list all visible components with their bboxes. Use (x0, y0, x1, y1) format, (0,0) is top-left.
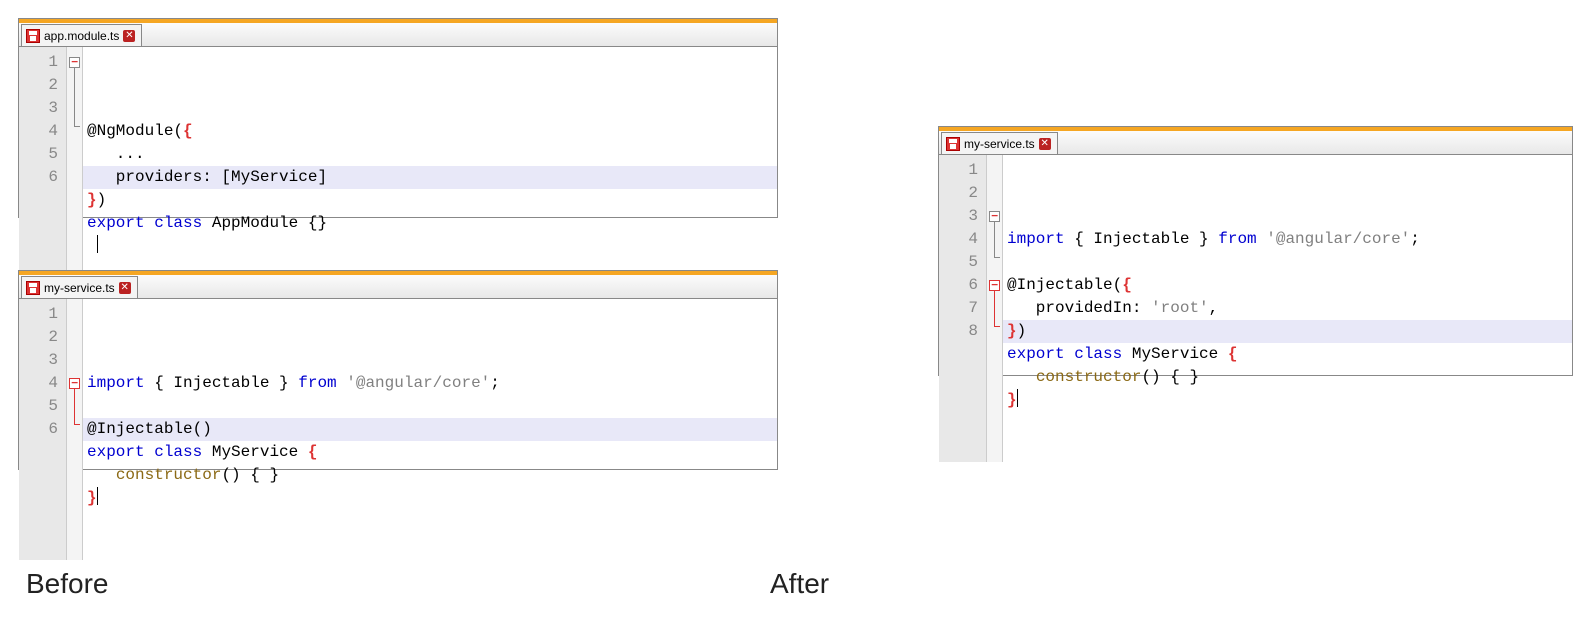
code-content[interactable]: @NgModule({ ... providers: [MyService]})… (83, 47, 777, 308)
code-line: }) (1007, 320, 1572, 343)
code-line: constructor() { } (1007, 366, 1572, 389)
tab-label: my-service.ts (44, 281, 115, 295)
before-label: Before (26, 568, 109, 600)
fold-toggle-icon[interactable]: − (69, 57, 80, 68)
fold-column: − − (987, 155, 1003, 462)
editor-before-bottom: my-service.ts ✕ 1 2 3 4 5 6 − import { I… (18, 270, 778, 470)
save-icon (26, 281, 40, 295)
code-line: constructor() { } (87, 464, 777, 487)
fold-column: − (67, 47, 83, 308)
editor-before-top: app.module.ts ✕ 1 2 3 4 5 6 − @NgModule(… (18, 18, 778, 218)
code-line: providedIn: 'root', (1007, 297, 1572, 320)
after-label: After (770, 568, 829, 600)
code-line: @NgModule({ (87, 120, 777, 143)
caret-icon (97, 235, 98, 253)
save-icon (946, 137, 960, 151)
fold-column: − (67, 299, 83, 560)
file-tab[interactable]: app.module.ts ✕ (21, 24, 142, 46)
code-line: import { Injectable } from '@angular/cor… (1007, 228, 1572, 251)
fold-toggle-icon[interactable]: − (989, 211, 1000, 222)
code-line (87, 235, 777, 258)
fold-toggle-icon[interactable]: − (69, 378, 80, 389)
line-gutter: 1 2 3 4 5 6 (19, 299, 67, 560)
code-line: @Injectable() (87, 418, 777, 441)
file-tab[interactable]: my-service.ts ✕ (941, 132, 1058, 154)
editor-after: my-service.ts ✕ 1 2 3 4 5 6 7 8 − − impo… (938, 126, 1573, 376)
caret-icon (97, 487, 98, 505)
code-line: export class AppModule {} (87, 212, 777, 235)
close-icon[interactable]: ✕ (123, 30, 135, 42)
code-line: }) (87, 189, 777, 212)
line-gutter: 1 2 3 4 5 6 7 8 (939, 155, 987, 462)
tab-label: app.module.ts (44, 29, 119, 43)
code-line: } (1007, 389, 1572, 412)
line-gutter: 1 2 3 4 5 6 (19, 47, 67, 308)
code-content[interactable]: import { Injectable } from '@angular/cor… (1003, 155, 1572, 462)
code-line: ... (87, 143, 777, 166)
code-area[interactable]: 1 2 3 4 5 6 − @NgModule({ ... providers:… (19, 47, 777, 308)
file-tab[interactable]: my-service.ts ✕ (21, 276, 138, 298)
tab-label: my-service.ts (964, 137, 1035, 151)
tab-bar: my-service.ts ✕ (19, 271, 777, 299)
tab-bar: app.module.ts ✕ (19, 19, 777, 47)
code-line: export class MyService { (1007, 343, 1572, 366)
tab-bar: my-service.ts ✕ (939, 127, 1572, 155)
save-icon (26, 29, 40, 43)
code-line (1007, 251, 1572, 274)
caret-icon (1017, 389, 1018, 407)
close-icon[interactable]: ✕ (119, 282, 131, 294)
close-icon[interactable]: ✕ (1039, 138, 1051, 150)
fold-toggle-icon[interactable]: − (989, 280, 1000, 291)
code-line: } (87, 487, 777, 510)
code-line: import { Injectable } from '@angular/cor… (87, 372, 777, 395)
code-line: providers: [MyService] (87, 166, 777, 189)
code-line: @Injectable({ (1007, 274, 1572, 297)
code-content[interactable]: import { Injectable } from '@angular/cor… (83, 299, 777, 560)
code-area[interactable]: 1 2 3 4 5 6 7 8 − − import { Injectable … (939, 155, 1572, 462)
code-line (87, 395, 777, 418)
code-line: export class MyService { (87, 441, 777, 464)
code-area[interactable]: 1 2 3 4 5 6 − import { Injectable } from… (19, 299, 777, 560)
